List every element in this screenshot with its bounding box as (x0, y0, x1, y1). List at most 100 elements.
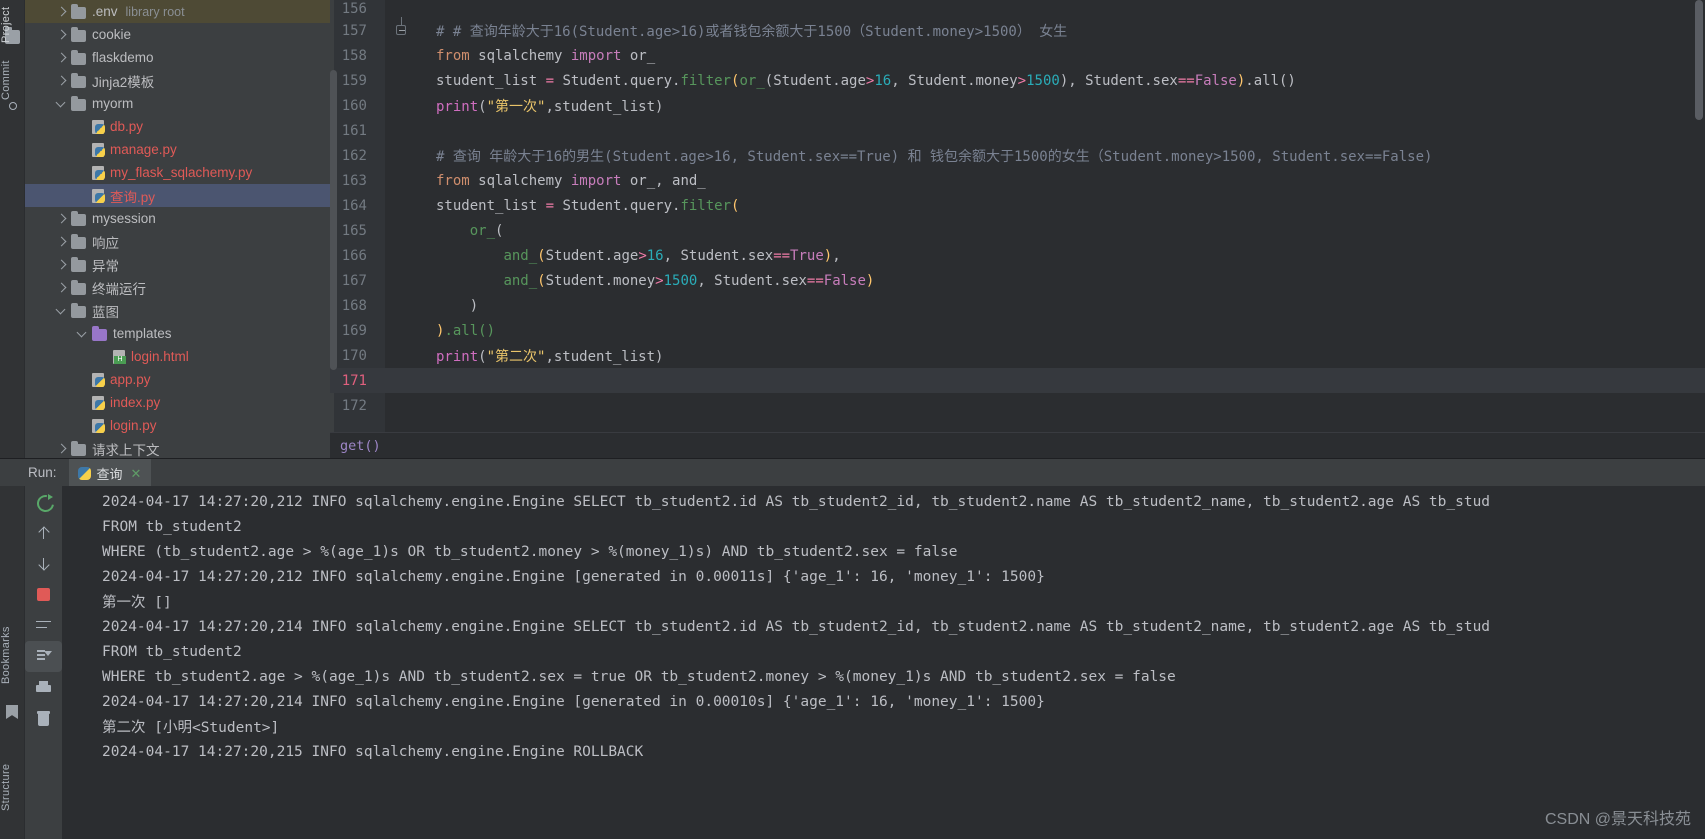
code-line[interactable]: 164 student_list = Student.query.filter( (330, 193, 1705, 218)
tree-row[interactable]: 请求上下文 (25, 437, 330, 460)
tree-row[interactable]: Jinja2模板 (25, 69, 330, 92)
run-panel-label: Run: (28, 465, 57, 480)
code-line[interactable]: 172 (330, 393, 1705, 418)
code-line[interactable]: 165 or_( (330, 218, 1705, 243)
rerun-button[interactable] (25, 486, 62, 517)
code-line[interactable]: 156 (330, 0, 1705, 18)
tree-row[interactable]: login.html (25, 345, 330, 368)
print-button[interactable] (25, 672, 62, 703)
code-line[interactable]: 158 from sqlalchemy import or_ (330, 43, 1705, 68)
code-line[interactable]: 157 # # 查询年龄大于16(Student.age>16)或者钱包余额大于1… (330, 16, 1705, 43)
code-text: or_( (469, 222, 504, 239)
run-panel-header: Run: 查询 ✕ (0, 459, 1705, 486)
tree-row[interactable]: mysession (25, 207, 330, 230)
editor-vertical-scroll-track[interactable] (330, 70, 337, 370)
code-text: print("第二次",student_list) (436, 348, 664, 365)
code-editor[interactable]: 156 157 # # 查询年龄大于16(Student.age>16)或者钱包余额… (330, 0, 1705, 432)
code-line[interactable]: 168 ) (330, 293, 1705, 318)
chevron-down-icon[interactable] (77, 328, 89, 340)
chevron-down-icon[interactable] (56, 98, 68, 110)
chevron-right-icon[interactable] (56, 29, 68, 41)
editor-scrollbar[interactable] (1695, 0, 1703, 432)
tree-row[interactable]: .env library root (25, 0, 330, 23)
code-text: and_(Student.age>16, Student.sex==True), (503, 247, 841, 264)
chevron-right-icon[interactable] (56, 282, 68, 294)
tree-row[interactable]: index.py (25, 391, 330, 414)
tree-row[interactable]: 异常 (25, 253, 330, 276)
code-line[interactable]: 166 and_(Student.age>16, Student.sex==Tr… (330, 243, 1705, 268)
code-line[interactable]: 163 from sqlalchemy import or_, and_ (330, 168, 1705, 193)
folder-icon (71, 95, 86, 111)
python-file-icon (92, 419, 105, 433)
bookmark-icon (6, 705, 18, 719)
tree-row[interactable]: 查询.py (25, 184, 330, 207)
close-icon[interactable]: ✕ (131, 467, 142, 480)
previous-occurrence-button[interactable] (25, 517, 62, 548)
fold-marker-icon[interactable] (396, 16, 408, 37)
next-occurrence-button[interactable] (25, 548, 62, 579)
tree-row[interactable]: 终端运行 (25, 276, 330, 299)
code-line[interactable]: 171 (330, 368, 1705, 393)
clear-all-button[interactable] (25, 703, 62, 734)
tree-row[interactable]: templates (25, 322, 330, 345)
run-tab[interactable]: 查询 ✕ (68, 459, 152, 486)
python-file-icon (92, 120, 105, 134)
folder-icon (71, 26, 86, 42)
tool-tab-bookmarks[interactable]: Bookmarks (0, 610, 25, 700)
tree-row[interactable]: flaskdemo (25, 46, 330, 69)
left-tool-strip: Project Commit Bookmarks Structure (0, 0, 25, 839)
tree-row[interactable]: cookie (25, 23, 330, 46)
run-toolbar[interactable] (25, 486, 62, 839)
chevron-right-icon[interactable] (56, 6, 68, 18)
run-console-output[interactable]: 2024-04-17 14:27:20,212 INFO sqlalchemy.… (62, 486, 1705, 839)
tree-row-label: Jinja2模板 (92, 74, 155, 90)
breadcrumb-item-get[interactable]: get() (340, 438, 381, 454)
rerun-icon (36, 493, 53, 510)
code-line[interactable]: 160 print("第一次",student_list) (330, 93, 1705, 118)
no-chevron-spacer (77, 374, 89, 386)
soft-wrap-button[interactable] (25, 610, 62, 641)
code-line[interactable]: 162 # 查询 年龄大于16的男生(Student.age>16, Studen… (330, 143, 1705, 168)
tree-row[interactable]: myorm (25, 92, 330, 115)
scroll-to-end-button[interactable] (25, 641, 62, 672)
python-file-icon (92, 143, 105, 157)
code-line[interactable]: 170 print("第二次",student_list) (330, 343, 1705, 368)
no-chevron-spacer (77, 144, 89, 156)
console-line: WHERE tb_student2.age > %(age_1)s AND tb… (102, 668, 1176, 685)
editor-scrollbar-thumb[interactable] (1695, 0, 1703, 120)
console-line: 2024-04-17 14:27:20,212 INFO sqlalchemy.… (102, 493, 1491, 510)
tree-row[interactable]: manage.py (25, 138, 330, 161)
breadcrumb[interactable]: get() (330, 432, 1705, 458)
project-tree[interactable]: .env library root cookie flaskdemo Jinja2模板 m… (25, 0, 330, 460)
tree-row[interactable]: app.py (25, 368, 330, 391)
chevron-right-icon[interactable] (56, 52, 68, 64)
tree-row[interactable]: my_flask_sqlachemy.py (25, 161, 330, 184)
chevron-right-icon[interactable] (56, 236, 68, 248)
tree-row[interactable]: 响应 (25, 230, 330, 253)
tree-row-label: flaskdemo (92, 50, 154, 65)
console-line: FROM tb_student2 (102, 518, 242, 535)
tool-tab-commit[interactable]: Commit (0, 35, 25, 125)
tree-row[interactable]: 蓝图 (25, 299, 330, 322)
no-chevron-spacer (77, 167, 89, 179)
console-line: FROM tb_student2 (102, 643, 242, 660)
stop-button[interactable] (25, 579, 62, 610)
python-file-icon (92, 396, 105, 410)
trash-icon (37, 711, 50, 726)
tree-row-label: app.py (110, 372, 151, 387)
code-line[interactable]: 167 and_(Student.money>1500, Student.sex… (330, 268, 1705, 293)
code-line[interactable]: 161 (330, 118, 1705, 143)
code-text: and_(Student.money>1500, Student.sex==Fa… (503, 272, 875, 289)
tree-row[interactable]: login.py (25, 414, 330, 437)
code-line[interactable]: 159 student_list = Student.query.filter(o… (330, 68, 1705, 93)
chevron-right-icon[interactable] (56, 443, 68, 455)
line-number: 158 (341, 47, 367, 64)
tree-row[interactable]: db.py (25, 115, 330, 138)
tool-tab-structure[interactable]: Structure (0, 745, 25, 830)
chevron-right-icon[interactable] (56, 75, 68, 87)
chevron-right-icon[interactable] (56, 259, 68, 271)
code-line[interactable]: 169).all() (330, 318, 1705, 343)
chevron-down-icon[interactable] (56, 305, 68, 317)
chevron-right-icon[interactable] (56, 213, 68, 225)
pycharm-window: Project Commit Bookmarks Structure .env l… (0, 0, 1705, 839)
